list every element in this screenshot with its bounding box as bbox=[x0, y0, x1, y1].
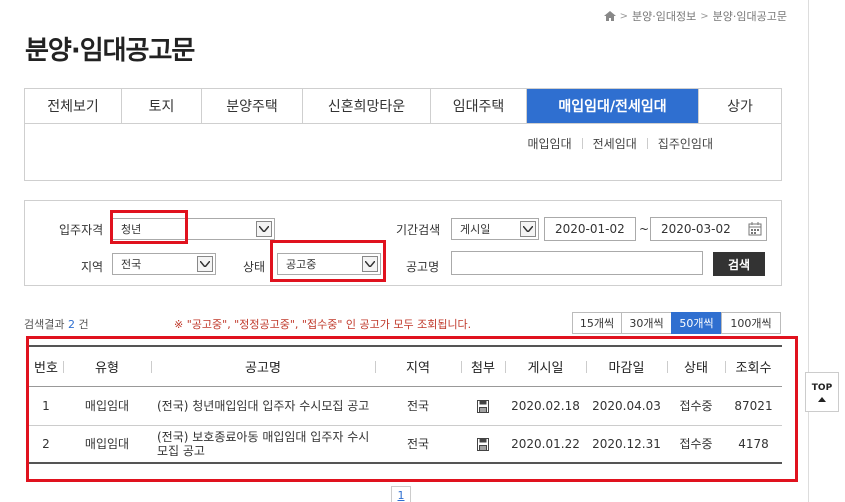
category-tab-box: 전체보기 토지 분양주택 신혼희망타운 임대주택 매입임대/전세임대 상가 매입… bbox=[24, 88, 782, 181]
result-count-suffix: 건 bbox=[78, 318, 89, 331]
resident-label: 입주자격 bbox=[59, 223, 104, 237]
highlight-table bbox=[26, 336, 798, 482]
chevron-down-icon bbox=[520, 221, 536, 237]
per-page-15[interactable]: 15개씩 bbox=[572, 312, 622, 334]
per-page-50[interactable]: 50개씩 bbox=[671, 312, 722, 334]
per-page-30[interactable]: 30개씩 bbox=[621, 312, 672, 334]
notice-name-input[interactable] bbox=[451, 251, 703, 275]
subtabs: 매입임대 전세임대 집주인임대 bbox=[527, 135, 713, 152]
period-label: 기간검색 bbox=[396, 223, 441, 237]
subtab-landlord-rental[interactable]: 집주인임대 bbox=[658, 135, 713, 152]
highlight-status bbox=[270, 240, 386, 282]
result-count-number: 2 bbox=[67, 318, 75, 331]
date-to-input[interactable]: 2020-03-02 bbox=[650, 217, 767, 241]
date-from-value: 2020-01-02 bbox=[555, 222, 625, 236]
chevron-right-icon: > bbox=[700, 10, 709, 22]
tab-newlywed-town[interactable]: 신혼희망타운 bbox=[303, 89, 431, 123]
subtab-jeonse-rental[interactable]: 전세임대 bbox=[593, 135, 637, 152]
breadcrumb-item-notice[interactable]: 분양·임대공고문 bbox=[713, 8, 787, 24]
chevron-right-icon: > bbox=[619, 10, 629, 22]
highlight-resident bbox=[110, 210, 188, 244]
chevron-down-icon bbox=[197, 256, 213, 272]
result-count: 검색결과 2 건 bbox=[24, 316, 89, 332]
region-select[interactable]: 전국 bbox=[112, 253, 216, 275]
per-page-100[interactable]: 100개씩 bbox=[721, 312, 781, 334]
notice-name-label: 공고명 bbox=[406, 260, 440, 274]
tab-rental-housing[interactable]: 임대주택 bbox=[431, 89, 527, 123]
status-label: 상태 bbox=[243, 260, 266, 274]
calendar-icon[interactable] bbox=[748, 222, 762, 236]
tab-all[interactable]: 전체보기 bbox=[25, 89, 122, 123]
period-type-select[interactable]: 게시일 bbox=[451, 218, 539, 240]
arrow-up-icon bbox=[818, 396, 826, 402]
result-count-prefix: 검색결과 bbox=[24, 318, 65, 331]
subtab-divider bbox=[581, 138, 583, 149]
breadcrumb: > 분양·임대정보 > 분양·임대공고문 bbox=[603, 8, 787, 24]
tab-commercial[interactable]: 상가 bbox=[699, 89, 781, 123]
scroll-top-button[interactable]: TOP bbox=[805, 372, 839, 412]
breadcrumb-item-info[interactable]: 분양·임대정보 bbox=[632, 8, 696, 24]
subtab-divider bbox=[646, 138, 648, 149]
search-button[interactable]: 검색 bbox=[713, 252, 765, 276]
chevron-down-icon bbox=[256, 221, 272, 237]
date-from-input[interactable]: 2020-01-02 bbox=[544, 217, 636, 241]
scroll-top-label: TOP bbox=[811, 382, 833, 393]
page-title: 분양·임대공고문 bbox=[25, 36, 195, 66]
tab-land[interactable]: 토지 bbox=[122, 89, 202, 123]
date-range-tilde: ~ bbox=[639, 222, 650, 236]
right-divider bbox=[808, 0, 809, 372]
tab-purchase-jeonse-rental[interactable]: 매입임대/전세임대 bbox=[527, 89, 699, 123]
subtab-purchase-rental[interactable]: 매입임대 bbox=[527, 135, 571, 152]
date-to-value: 2020-03-02 bbox=[661, 222, 731, 236]
region-label: 지역 bbox=[81, 260, 104, 274]
per-page-selector: 15개씩 30개씩 50개씩 100개씩 bbox=[572, 312, 781, 334]
tab-sale-housing[interactable]: 분양주택 bbox=[202, 89, 303, 123]
page-button-1[interactable]: 1 bbox=[391, 486, 411, 502]
category-tabs: 전체보기 토지 분양주택 신혼희망타운 임대주택 매입임대/전세임대 상가 bbox=[25, 89, 781, 124]
status-notice: ※ "공고중", "정정공고중", "접수중" 인 공고가 모두 조회됩니다. bbox=[174, 318, 472, 331]
home-icon[interactable] bbox=[603, 11, 616, 21]
period-type-value: 게시일 bbox=[460, 223, 491, 236]
right-divider-lower bbox=[808, 412, 809, 502]
region-select-value: 전국 bbox=[121, 258, 142, 271]
